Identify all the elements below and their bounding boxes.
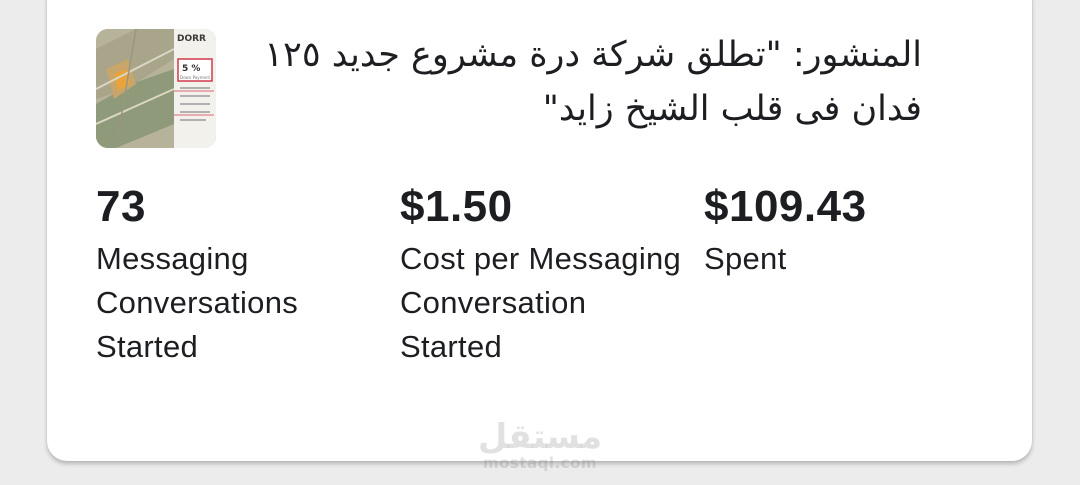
post-thumbnail[interactable]: DORR 5 % Down Payment <box>96 29 216 148</box>
thumbnail-brand-text: DORR <box>177 34 206 44</box>
watermark: مستقل mostaql.com <box>470 417 610 472</box>
stat-value: $109.43 <box>704 182 867 231</box>
map-thumbnail-image: DORR 5 % Down Payment <box>96 29 216 148</box>
thumbnail-badge-subtext: Down Payment <box>180 75 211 80</box>
stat-label: Spent <box>704 241 787 276</box>
post-title[interactable]: المنشور: "تطلق شركة درة مشروع جديد ١٢٥ ف… <box>232 28 922 136</box>
stat-cost-per-conversation: $1.50 Cost per Messaging Conversation St… <box>400 180 690 369</box>
stat-value: 73 <box>96 182 146 231</box>
stat-value: $1.50 <box>400 182 513 231</box>
stat-messaging-conversations: 73 Messaging Conversations Started <box>96 180 386 369</box>
thumbnail-badge-text: 5 % <box>182 64 200 74</box>
watermark-url: mostaql.com <box>482 454 598 472</box>
stat-amount-spent: $109.43 Spent <box>704 180 994 281</box>
watermark-logo: مستقل <box>477 417 603 457</box>
stat-label: Cost per Messaging Conversation Started <box>400 241 682 364</box>
stat-label: Messaging Conversations Started <box>96 241 299 364</box>
